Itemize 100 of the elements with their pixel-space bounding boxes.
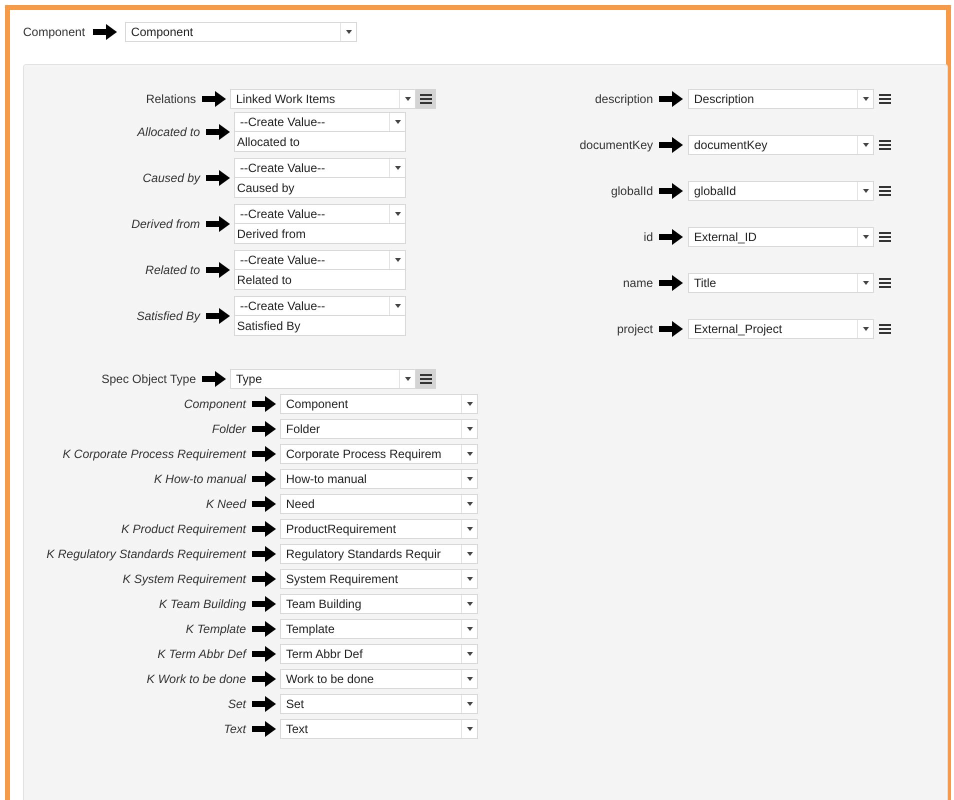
dropdown[interactable]: --Create Value-- xyxy=(234,158,406,178)
dropdown[interactable]: External_Project xyxy=(688,319,874,339)
caret-icon xyxy=(466,602,472,606)
caret-icon xyxy=(862,235,868,239)
arrow-icon xyxy=(659,275,683,291)
caret-icon xyxy=(394,166,400,170)
arrow-icon xyxy=(659,183,683,199)
field-label: Spec Object Type xyxy=(102,371,196,388)
field-label: Allocated to xyxy=(137,124,200,141)
arrow-icon xyxy=(252,721,276,737)
field-label: Set xyxy=(228,696,246,713)
field-label: Folder xyxy=(212,421,246,438)
field-label: K System Requirement xyxy=(122,571,246,588)
input-field[interactable]: Allocated to xyxy=(234,132,406,152)
arrow-icon xyxy=(252,421,276,437)
dropdown[interactable]: Description xyxy=(688,89,874,109)
menu-icon xyxy=(879,324,891,334)
caret-icon xyxy=(862,281,868,285)
arrow-icon xyxy=(252,571,276,587)
dropdown[interactable]: globalId xyxy=(688,181,874,201)
field-label: Relations xyxy=(146,91,196,108)
field-label: K Term Abbr Def xyxy=(158,646,246,663)
caret-icon xyxy=(404,377,410,381)
arrow-icon xyxy=(252,546,276,562)
caret-icon xyxy=(862,189,868,193)
menu-icon xyxy=(420,94,432,104)
caret-icon xyxy=(394,304,400,308)
dropdown[interactable]: --Create Value-- xyxy=(234,204,406,224)
arrow-icon xyxy=(252,696,276,712)
caret-icon xyxy=(466,552,472,556)
caret-icon xyxy=(466,702,472,706)
menu-icon xyxy=(879,186,891,196)
dropdown[interactable]: Component xyxy=(125,22,358,42)
field-label: id xyxy=(644,229,653,246)
field-label: Derived from xyxy=(131,216,200,233)
dropdown[interactable]: Template xyxy=(280,619,478,639)
menu-icon xyxy=(879,232,891,242)
arrow-icon xyxy=(252,496,276,512)
dropdown[interactable]: External_ID xyxy=(688,227,874,247)
arrow-icon xyxy=(252,521,276,537)
field-label: K Product Requirement xyxy=(121,521,246,538)
caret-icon xyxy=(466,402,472,406)
arrow-icon xyxy=(206,216,230,232)
arrow-icon xyxy=(252,621,276,637)
arrow-icon xyxy=(206,262,230,278)
caret-icon xyxy=(466,427,472,431)
dropdown[interactable]: documentKey xyxy=(688,135,874,155)
dropdown[interactable]: Folder xyxy=(280,419,478,439)
arrow-icon xyxy=(252,596,276,612)
arrow-icon xyxy=(659,229,683,245)
field-label: documentKey xyxy=(580,137,653,154)
dropdown[interactable]: Text xyxy=(280,719,478,739)
caret-icon xyxy=(394,212,400,216)
dropdown[interactable]: Title xyxy=(688,273,874,293)
caret-icon xyxy=(466,477,472,481)
dropdown[interactable]: Type xyxy=(230,369,416,389)
menu-icon xyxy=(420,374,432,384)
field-label: K Team Building xyxy=(159,596,246,613)
caret-icon xyxy=(466,627,472,631)
caret-icon xyxy=(466,677,472,681)
caret-icon xyxy=(862,97,868,101)
dropdown[interactable]: --Create Value-- xyxy=(234,296,406,316)
caret-icon xyxy=(466,502,472,506)
input-field[interactable]: Related to xyxy=(234,270,406,290)
arrow-icon xyxy=(206,308,230,324)
dropdown[interactable]: --Create Value-- xyxy=(234,250,406,270)
dropdown[interactable]: Linked Work Items xyxy=(230,89,416,109)
field-label: project xyxy=(616,321,653,338)
menu-button[interactable] xyxy=(416,89,436,109)
caret-icon xyxy=(394,258,400,262)
arrow-icon xyxy=(659,321,683,337)
field-label: K How-to manual xyxy=(154,471,246,488)
dropdown[interactable]: Set xyxy=(280,694,478,714)
field-label: Satisfied By xyxy=(136,308,200,325)
dropdown[interactable]: How-to manual xyxy=(280,469,478,489)
arrow-icon xyxy=(659,91,683,107)
caret-icon xyxy=(466,452,472,456)
arrow-icon xyxy=(206,124,230,140)
dropdown[interactable]: ProductRequirement xyxy=(280,519,478,539)
dropdown[interactable]: Term Abbr Def xyxy=(280,644,478,664)
dropdown[interactable]: Team Building xyxy=(280,594,478,614)
caret-icon xyxy=(466,652,472,656)
input-field[interactable]: Derived from xyxy=(234,224,406,244)
arrow-icon xyxy=(202,371,226,387)
menu-button[interactable] xyxy=(416,369,436,389)
field-label: K Template xyxy=(186,621,246,638)
input-field[interactable]: Satisfied By xyxy=(234,316,406,336)
menu-icon xyxy=(879,140,891,150)
dropdown[interactable]: System Requirement xyxy=(280,569,478,589)
dropdown[interactable]: Regulatory Standards Requir xyxy=(280,544,478,564)
dropdown[interactable]: Corporate Process Requirem xyxy=(280,444,478,464)
dropdown[interactable]: Work to be done xyxy=(280,669,478,689)
caret-icon xyxy=(404,97,410,101)
field-label: K Corporate Process Requirement xyxy=(62,446,246,463)
dropdown[interactable]: --Create Value-- xyxy=(234,112,406,132)
arrow-icon xyxy=(206,170,230,186)
dropdown[interactable]: Need xyxy=(280,494,478,514)
dropdown[interactable]: Component xyxy=(280,394,478,414)
input-field[interactable]: Caused by xyxy=(234,178,406,198)
menu-icon xyxy=(879,278,891,288)
